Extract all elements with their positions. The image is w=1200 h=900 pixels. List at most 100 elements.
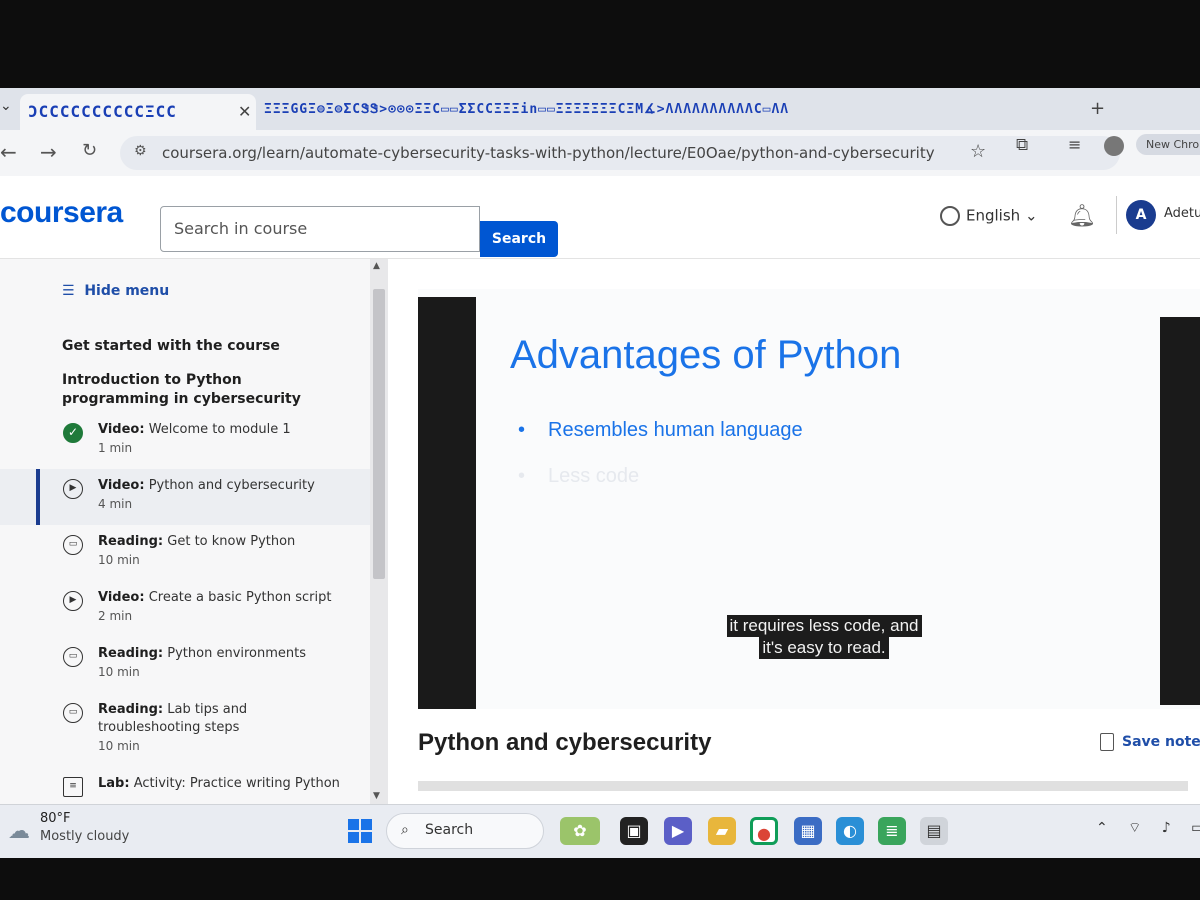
notepad-icon[interactable]: ≣ [878,817,906,845]
navigation-bar: ← → ↻ ⚙ coursera.org/learn/automate-cybe… [0,130,1200,176]
user-name[interactable]: Adetu [1164,206,1200,221]
windows-taskbar: ☁ 80°F Mostly cloudy ⌕ Search ✿ ▣ ▶ ▰ ● … [0,804,1200,858]
search-placeholder: Search in course [174,219,308,238]
course-header: coursera Search in course English ⌄ 🔔︎ A… [0,176,1200,259]
chevron-down-icon[interactable]: ⌄ [0,98,12,114]
item-type: Video: [98,478,145,493]
video-caption: it requires less code, and it's easy to … [714,615,934,659]
teams-icon[interactable]: ▶ [664,817,692,845]
profile-icon[interactable] [1104,136,1124,156]
taskbar-search[interactable]: ⌕ Search [386,813,544,849]
item-title: Get to know Python [167,534,296,549]
other-tabs[interactable]: ΞΞΞGGΞ⊜Ξ⊜ΣCᏕᏕ>⊙⊙⊙ΞΞC▭▭ΣΣCCΞΞΞin▭▭ΞΞΞΞΞΞΞ… [264,102,1084,120]
media-icon[interactable]: ≡ [1068,135,1081,154]
bell-icon[interactable]: 🔔︎ [1068,204,1096,229]
scroll-up-icon[interactable]: ▲ [373,261,380,271]
list-item[interactable]: ▭ Reading: Get to know Python 10 min [0,525,370,581]
note-icon [1100,733,1114,751]
active-tab[interactable]: ƆCCCCCCCCCCΞCC ✕ [20,94,256,130]
item-duration: 10 min [98,739,140,753]
caption-line: it's easy to read. [759,637,889,659]
active-indicator [36,469,40,525]
item-type: Reading: [98,702,164,717]
completed-check-icon: ✓ [63,423,83,443]
search-icon: ⌕ [401,822,409,838]
list-item[interactable]: ▭ Reading: Lab tips and troubleshooting … [0,693,370,763]
list-item[interactable]: ▭ Reading: Python environments 10 min [0,637,370,693]
plus-icon[interactable]: + [1090,98,1105,119]
item-title: Python environments [167,646,307,661]
play-icon: ▶ [63,591,83,611]
language-label: English [966,206,1021,225]
url-text[interactable]: coursera.org/learn/automate-cybersecurit… [162,144,935,162]
horizontal-scrollbar[interactable] [418,781,1188,791]
tab-title: ƆCCCCCCCCCCΞCC [28,102,177,121]
item-type: Reading: [98,534,164,549]
app-icon[interactable]: ▤ [920,817,948,845]
hide-menu-button[interactable]: ☰ Hide menu [62,283,169,299]
new-chrome-button[interactable]: New Chron [1136,134,1200,155]
item-duration: 10 min [98,665,140,679]
chrome-icon[interactable]: ● [750,817,778,845]
globe-icon [940,206,960,226]
language-selector[interactable]: English ⌄ [940,206,1038,226]
coursera-logo[interactable]: coursera [0,196,123,230]
section-intro-python[interactable]: Introduction to Python programming in cy… [62,371,352,409]
play-icon: ▶ [63,479,83,499]
search-button[interactable]: Search [480,221,558,257]
windows-start-icon[interactable] [348,819,372,843]
cloud-icon[interactable]: ☁ [8,819,30,844]
list-item[interactable]: ✓ Video: Welcome to module 1 1 min [0,413,370,469]
temperature[interactable]: 80°F [40,811,71,826]
item-title: Activity: Practice writing Python [133,776,340,791]
system-tray[interactable]: ⌃ ⌔ ♪ ▭ [1096,819,1200,837]
close-icon[interactable]: ✕ [238,102,251,121]
slide-bullet-text: Resembles human language [548,419,803,441]
course-sidebar: ☰ Hide menu Get started with the course … [0,259,388,804]
slide-bullet: • Less code [518,465,640,487]
item-type: Lab: [98,776,130,791]
slide-bullet: • Resembles human language [518,419,803,441]
lab-icon: ≡ [63,777,83,797]
extensions-icon[interactable]: ⧉ [1016,135,1028,155]
slide-bullet-text: Less code [548,465,640,487]
file-explorer-icon[interactable]: ▰ [708,817,736,845]
reload-icon[interactable]: ↻ [82,140,97,161]
section-get-started[interactable]: Get started with the course [62,337,352,356]
scrollbar-thumb[interactable] [373,289,385,579]
back-icon[interactable]: ← [0,140,17,164]
list-item-active[interactable]: ▶ Video: Python and cybersecurity 4 min [0,469,370,525]
star-icon[interactable]: ☆ [970,141,986,162]
main-content: Advantages of Python • Resembles human la… [388,259,1200,804]
course-search-input[interactable]: Search in course [160,206,480,252]
site-info-icon[interactable]: ⚙ [134,143,147,159]
scroll-down-icon[interactable]: ▼ [373,791,380,801]
tab-strip: ⌄ ƆCCCCCCCCCCΞCC ✕ ΞΞΞGGΞ⊜Ξ⊜ΣCᏕᏕ>⊙⊙⊙ΞΞC▭… [0,88,1200,130]
book-icon: ▭ [63,703,83,723]
edge-icon[interactable]: ◐ [836,817,864,845]
weather-status[interactable]: Mostly cloudy [40,829,129,844]
item-title: Create a basic Python script [148,590,332,605]
task-view-icon[interactable]: ▣ [620,817,648,845]
item-title: Python and cybersecurity [148,478,315,493]
caption-line: it requires less code, and [726,615,922,637]
avatar[interactable]: A [1126,200,1156,230]
address-bar[interactable]: ⚙ coursera.org/learn/automate-cybersecur… [120,136,1120,170]
book-icon: ▭ [63,647,83,667]
list-item[interactable]: ≡ Lab: Activity: Practice writing Python [0,767,370,804]
list-item[interactable]: ▶ Video: Create a basic Python script 2 … [0,581,370,637]
slide-title: Advantages of Python [510,333,902,377]
item-type: Video: [98,590,145,605]
widgets-icon[interactable]: ✿ [560,817,600,845]
save-note-label: Save note [1122,734,1200,750]
item-type: Reading: [98,646,164,661]
video-right-bar [1160,317,1200,705]
video-left-bar [418,297,476,709]
header-divider [1116,196,1117,234]
forward-icon[interactable]: → [40,140,57,164]
book-icon: ▭ [63,535,83,555]
store-icon[interactable]: ▦ [794,817,822,845]
taskbar-search-label: Search [425,822,474,838]
save-note-button[interactable]: Save note [1100,733,1200,751]
item-duration: 10 min [98,553,140,567]
